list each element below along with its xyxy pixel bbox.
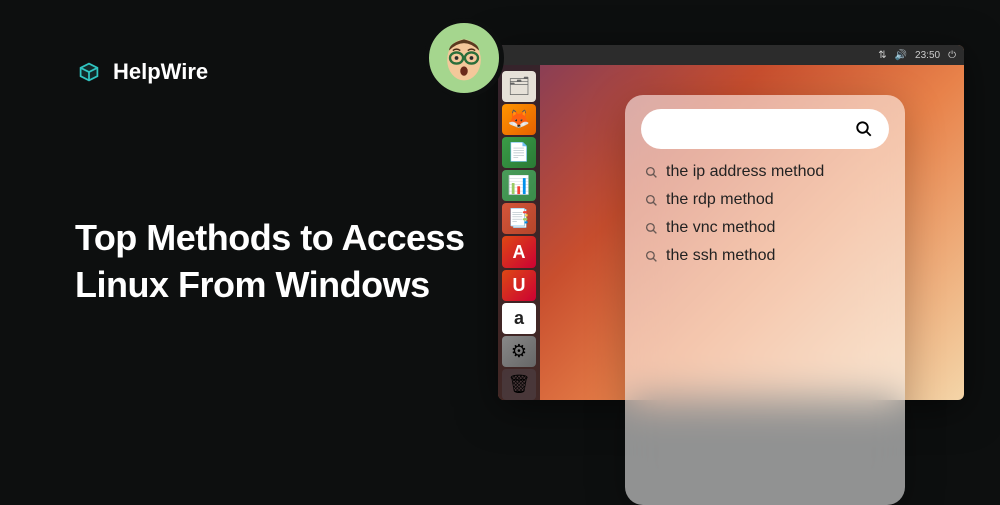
search-panel: the ip address method the rdp method the… — [625, 95, 905, 505]
suggestion-item[interactable]: the rdp method — [645, 191, 885, 209]
clock: 23:50 — [915, 50, 940, 61]
launcher-calc-icon[interactable]: 📊 — [502, 170, 536, 201]
suggestion-item[interactable]: the ssh method — [645, 247, 885, 265]
desktop-top-bar: ⇅ 🔊 23:50 ⏻ — [498, 45, 964, 65]
suggestion-text: the ip address method — [666, 163, 824, 181]
suggestion-list: the ip address method the rdp method the… — [641, 163, 889, 265]
page-title: Top Methods to Access Linux From Windows — [75, 215, 465, 309]
network-icon: ⇅ — [878, 50, 886, 61]
launcher-software-icon[interactable]: A — [502, 236, 536, 267]
launcher-writer-icon[interactable]: 📄 — [502, 137, 536, 168]
avatar — [424, 18, 504, 98]
launcher-trash-icon[interactable]: 🗑 — [502, 369, 536, 400]
launcher-impress-icon[interactable]: 📑 — [502, 203, 536, 234]
headline-line-1: Top Methods to Access — [75, 215, 465, 262]
search-input[interactable] — [641, 109, 889, 149]
helpwire-logo-icon — [75, 58, 103, 86]
suggestion-text: the vnc method — [666, 219, 775, 237]
headline-line-2: Linux From Windows — [75, 262, 465, 309]
search-icon — [855, 120, 873, 138]
launcher-amazon-icon[interactable]: a — [502, 303, 536, 334]
brand-logo: HelpWire — [75, 58, 208, 86]
search-icon — [645, 166, 658, 179]
suggestion-item[interactable]: the vnc method — [645, 219, 885, 237]
search-icon — [645, 222, 658, 235]
launcher-ubuntu-icon[interactable]: U — [502, 270, 536, 301]
search-icon — [645, 250, 658, 263]
avatar-face-icon — [436, 30, 492, 86]
launcher-files-icon[interactable]: 🗂 — [502, 71, 536, 102]
launcher-firefox-icon[interactable]: 🦊 — [502, 104, 536, 135]
launcher-dock: 🗂 🦊 📄 📊 📑 A U a ⚙ 🗑 — [498, 65, 540, 400]
suggestion-text: the ssh method — [666, 247, 775, 265]
brand-name: HelpWire — [113, 59, 208, 85]
launcher-settings-icon[interactable]: ⚙ — [502, 336, 536, 367]
suggestion-item[interactable]: the ip address method — [645, 163, 885, 181]
suggestion-text: the rdp method — [666, 191, 774, 209]
power-icon: ⏻ — [948, 50, 956, 61]
volume-icon: 🔊 — [895, 50, 907, 61]
search-icon — [645, 194, 658, 207]
